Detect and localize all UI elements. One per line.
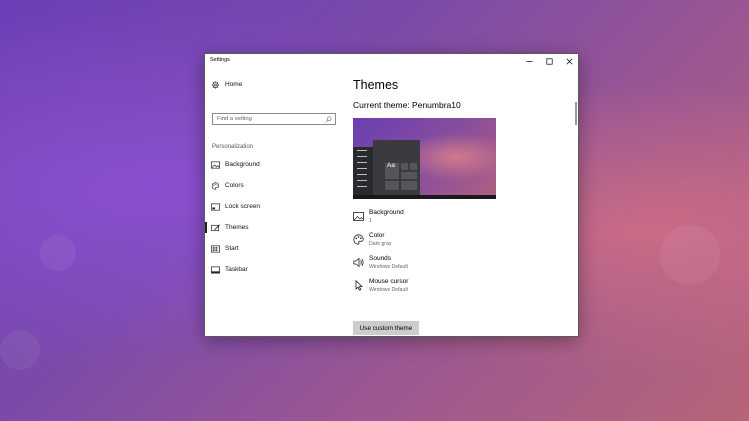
picture-icon (353, 212, 364, 221)
taskbar-icon (211, 266, 220, 274)
wallpaper-bokeh (40, 235, 76, 271)
title-bar[interactable]: Settings (205, 54, 578, 68)
lock-screen-icon (211, 203, 220, 211)
property-value: Dark gray (369, 241, 392, 247)
minimize-icon (526, 60, 532, 62)
property-value: 1 (369, 218, 372, 224)
window-title: Settings (210, 57, 230, 63)
wallpaper-bokeh (660, 225, 720, 285)
current-theme-heading: Current theme: Penumbra10 (353, 100, 461, 110)
main-content: Themes Current theme: Penumbra10 Aa Back… (353, 68, 578, 336)
search-icon[interactable] (325, 116, 332, 123)
preview-taskbar (353, 195, 496, 199)
gear-icon (211, 81, 220, 89)
preview-start-list (353, 147, 373, 195)
speaker-icon (353, 257, 364, 268)
close-button[interactable] (559, 54, 579, 68)
theme-property-mouse-cursor[interactable]: Mouse cursor Windows Default (353, 278, 553, 298)
section-heading-personalization: Personalization (212, 144, 254, 150)
property-value: Windows Default (369, 264, 408, 270)
close-icon (566, 58, 572, 64)
sidebar-item-label: Taskbar (225, 266, 248, 273)
property-value: Windows Default (369, 287, 408, 293)
sidebar-item-background[interactable]: Background (205, 158, 343, 172)
theme-preview: Aa (353, 118, 496, 199)
use-custom-theme-button[interactable]: Use custom theme (353, 321, 419, 335)
start-icon (211, 245, 220, 253)
sidebar-item-label: Start (225, 245, 239, 252)
wallpaper-bokeh (0, 330, 40, 370)
property-title: Mouse cursor (369, 278, 409, 285)
theme-property-sounds[interactable]: Sounds Windows Default (353, 255, 553, 275)
sidebar-item-label: Background (225, 161, 260, 168)
sidebar-item-lock-screen[interactable]: Lock screen (205, 200, 343, 214)
palette-icon (353, 234, 364, 245)
sidebar-item-themes[interactable]: Themes (205, 221, 343, 235)
sidebar-item-label: Themes (225, 224, 249, 231)
search-box[interactable]: Find a setting (212, 113, 336, 125)
picture-icon (211, 161, 220, 169)
preview-start-tiles (373, 140, 420, 195)
property-title: Color (369, 232, 385, 239)
sidebar: Home Find a setting Personalization Back… (205, 68, 343, 336)
search-input[interactable]: Find a setting (217, 116, 252, 122)
sidebar-item-label: Lock screen (225, 203, 261, 210)
scrollbar[interactable] (575, 102, 577, 125)
sidebar-item-colors[interactable]: Colors (205, 179, 343, 193)
sidebar-item-start[interactable]: Start (205, 242, 343, 256)
property-title: Background (369, 209, 404, 216)
palette-icon (211, 182, 220, 190)
property-title: Sounds (369, 255, 392, 262)
brush-icon (211, 224, 220, 232)
sidebar-item-label: Colors (225, 182, 244, 189)
theme-property-color[interactable]: Color Dark gray (353, 232, 553, 252)
maximize-icon (545, 57, 553, 65)
theme-property-background[interactable]: Background 1 (353, 209, 553, 229)
page-title: Themes (353, 78, 399, 92)
maximize-button[interactable] (539, 54, 559, 68)
sidebar-home-label: Home (225, 81, 243, 88)
minimize-button[interactable] (519, 54, 539, 68)
cursor-icon (355, 280, 363, 291)
sidebar-item-taskbar[interactable]: Taskbar (205, 263, 343, 277)
settings-window: Settings Home Find a setting Personaliza… (204, 53, 579, 337)
preview-text: Aa (387, 162, 395, 169)
sidebar-home[interactable]: Home (205, 78, 343, 92)
